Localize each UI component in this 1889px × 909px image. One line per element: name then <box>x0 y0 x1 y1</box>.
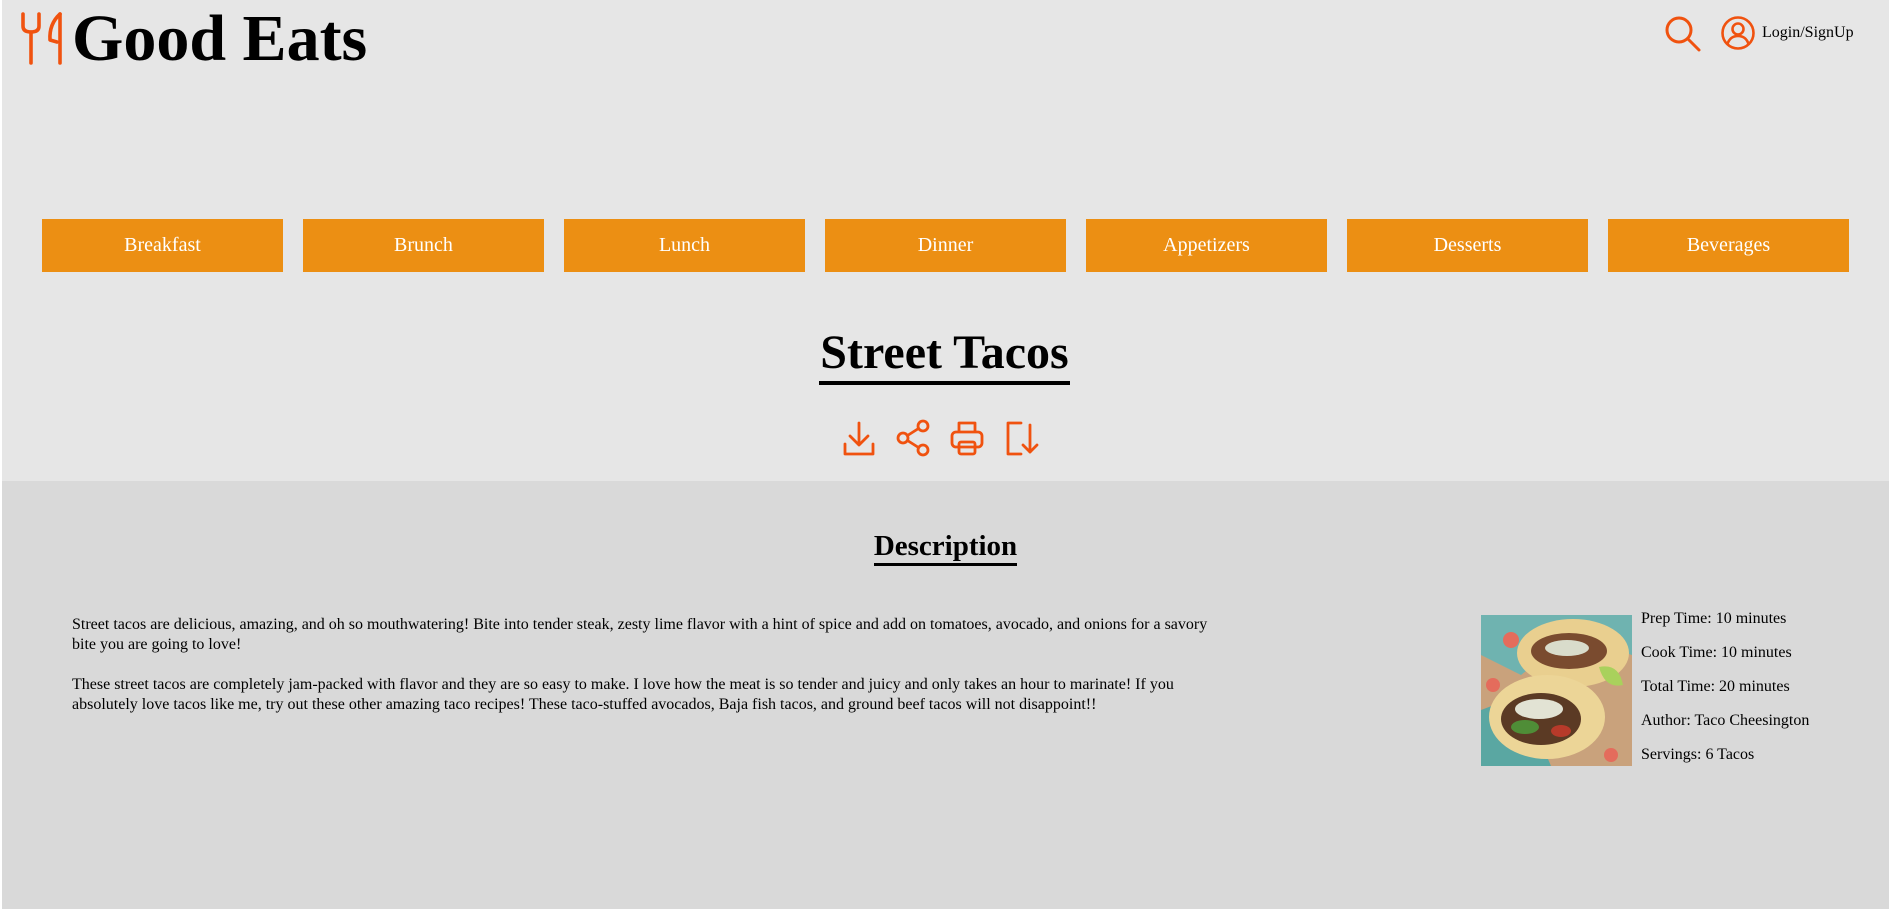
recipe-details: Description Street tacos are delicious, … <box>2 481 1889 909</box>
nav-desserts[interactable]: Desserts <box>1347 219 1588 272</box>
total-time: Total Time: 20 minutes <box>1641 678 1790 695</box>
site-title: Good Eats <box>72 2 368 75</box>
category-nav: Breakfast Brunch Lunch Dinner Appetizers… <box>42 219 1849 272</box>
download-icon[interactable] <box>841 418 877 458</box>
prep-time: Prep Time: 10 minutes <box>1641 610 1787 627</box>
bookmark-arrow-icon[interactable] <box>1003 418 1039 458</box>
recipe-title-wrap: Street Tacos <box>0 325 1889 385</box>
recipe-photo <box>1481 615 1632 766</box>
description-paragraph: These street tacos are completely jam-pa… <box>72 676 1174 713</box>
share-icon[interactable] <box>895 418 931 458</box>
servings: Servings: 6 Tacos <box>1641 746 1755 763</box>
description-paragraph: Street tacos are delicious, amazing, and… <box>72 616 1208 653</box>
user-circle-icon <box>1721 16 1755 50</box>
recipe-title: Street Tacos <box>819 325 1070 385</box>
nav-brunch[interactable]: Brunch <box>303 219 544 272</box>
fork-knife-icon <box>21 12 62 65</box>
description-heading-wrap: Description <box>2 529 1889 566</box>
cook-time: Cook Time: 10 minutes <box>1641 644 1792 661</box>
logo[interactable]: Good Eats <box>19 6 367 72</box>
nav-breakfast[interactable]: Breakfast <box>42 219 283 272</box>
recipe-actions <box>841 418 1039 458</box>
site-header: Good Eats Login/SignUp <box>0 0 1889 80</box>
login-signup-label: Login/SignUp <box>1762 24 1854 41</box>
search-icon[interactable] <box>1664 15 1702 53</box>
recipe-info: Prep Time: 10 minutes Cook Time: 10 minu… <box>1641 609 1809 779</box>
nav-dinner[interactable]: Dinner <box>825 219 1066 272</box>
print-icon[interactable] <box>949 418 985 458</box>
nav-appetizers[interactable]: Appetizers <box>1086 219 1327 272</box>
author: Author: Taco Cheesington <box>1641 712 1810 729</box>
description-heading: Description <box>873 529 1018 566</box>
nav-lunch[interactable]: Lunch <box>564 219 805 272</box>
login-signup-link[interactable]: Login/SignUp <box>1720 15 1854 51</box>
nav-beverages[interactable]: Beverages <box>1608 219 1849 272</box>
description-body: Street tacos are delicious, amazing, and… <box>72 615 1212 735</box>
